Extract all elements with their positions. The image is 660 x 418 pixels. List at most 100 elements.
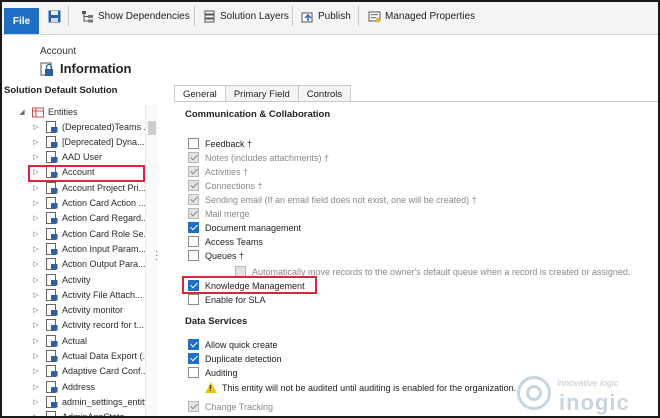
option-label: Change Tracking: [205, 401, 274, 412]
tree-item-label: [Deprecated] Dyna...: [62, 136, 145, 147]
tree-item-label: Adaptive Card Conf...: [62, 366, 149, 377]
tab-primary-field[interactable]: Primary Field: [224, 85, 299, 102]
publish-label: Publish: [318, 10, 351, 22]
option-checkbox: [188, 401, 199, 412]
option-row: Enable for SLA: [188, 293, 266, 306]
tree-item-label: Action Card Role Se...: [62, 228, 152, 239]
tree-item-label: Activity File Attach...: [62, 289, 143, 300]
tab-general[interactable]: General: [174, 85, 226, 102]
tree-item[interactable]: ▷ Action Card Action ...: [32, 196, 146, 211]
publish-icon: [301, 10, 314, 23]
tree-item[interactable]: ▷ Action Card Role Se...: [32, 226, 151, 241]
tree-item[interactable]: ▷ Action Output Para...: [32, 257, 146, 272]
collapsed-triangle-icon[interactable]: ▷: [32, 245, 40, 253]
tree-item[interactable]: ▷ Address: [32, 379, 95, 394]
account-highlight-box: [28, 165, 145, 182]
tree-item[interactable]: ▷ Activity record for t...: [32, 318, 144, 333]
option-label: Document management: [205, 222, 302, 233]
entity-icon: [46, 334, 58, 347]
option-checkbox[interactable]: [188, 222, 199, 233]
expanded-triangle-icon[interactable]: ◢: [18, 108, 26, 116]
tree-item[interactable]: ▷ Actual: [32, 333, 87, 348]
option-checkbox: [188, 180, 199, 191]
tree-item[interactable]: ▷ Activity: [32, 272, 91, 287]
collapsed-triangle-icon[interactable]: ▷: [32, 413, 40, 416]
option-checkbox[interactable]: [188, 367, 199, 378]
option-row: Document management: [188, 221, 301, 234]
collapsed-triangle-icon[interactable]: ▷: [32, 199, 40, 207]
save-button[interactable]: [48, 7, 65, 25]
collapsed-triangle-icon[interactable]: ▷: [32, 321, 40, 329]
page-title: Information: [60, 61, 132, 76]
collapsed-triangle-icon[interactable]: ▷: [32, 383, 40, 391]
option-label: Feedback †: [205, 138, 253, 149]
option-row: Allow quick create: [188, 338, 278, 351]
option-row: Change Tracking: [188, 400, 273, 413]
option-checkbox[interactable]: [188, 250, 199, 261]
option-checkbox[interactable]: [188, 138, 199, 149]
splitter-handle[interactable]: · · ·: [155, 247, 158, 265]
collapsed-triangle-icon[interactable]: ▷: [32, 352, 40, 360]
collapsed-triangle-icon[interactable]: ▷: [32, 184, 40, 192]
file-button[interactable]: File: [4, 8, 39, 34]
tree-item[interactable]: ▷ (Deprecated)Teams ...: [32, 119, 151, 134]
tree-item[interactable]: ▷ Activity monitor: [32, 303, 123, 318]
entity-icon: [46, 395, 58, 408]
dependencies-icon: [81, 10, 94, 23]
tree-item[interactable]: ▷ Action Input Param...: [32, 241, 146, 256]
tree-item-label: Actual: [62, 335, 88, 346]
layers-icon: [203, 10, 216, 23]
tree-item[interactable]: ▷ admin_settings_entity: [32, 394, 149, 409]
collapsed-triangle-icon[interactable]: ▷: [32, 123, 40, 131]
collapsed-triangle-icon[interactable]: ▷: [32, 337, 40, 345]
show-dependencies-button[interactable]: Show Dependencies: [81, 7, 190, 25]
tree-item-label: Action Card Action ...: [62, 198, 147, 208]
collapsed-triangle-icon[interactable]: ▷: [32, 398, 40, 406]
auditing-warning: ! This entity will not be audited until …: [205, 382, 516, 393]
tree-item[interactable]: ▷ AdminAppState: [32, 410, 125, 416]
tree-item[interactable]: ▷ Adaptive Card Conf...: [32, 364, 148, 379]
option-checkbox[interactable]: [188, 236, 199, 247]
collapsed-triangle-icon[interactable]: ▷: [32, 230, 40, 238]
collapsed-triangle-icon[interactable]: ▷: [32, 138, 40, 146]
entity-icon: [46, 350, 58, 362]
option-row: Feedback †: [188, 137, 252, 150]
solution-layers-button[interactable]: Solution Layers: [203, 7, 289, 25]
tree-item[interactable]: ▷ Action Card Regard...: [32, 211, 149, 226]
collapsed-triangle-icon[interactable]: ▷: [32, 291, 40, 299]
tree-item[interactable]: ▷ AAD User: [32, 150, 102, 165]
logo-word: inogic: [559, 390, 630, 415]
collapsed-triangle-icon[interactable]: ▷: [32, 367, 40, 375]
option-row: Mail merge: [188, 207, 250, 220]
option-checkbox[interactable]: [188, 294, 199, 305]
option-checkbox: [188, 194, 199, 205]
entity-icon: [46, 380, 58, 393]
publish-button[interactable]: Publish: [301, 7, 351, 25]
tree-item-label: Activity record for t...: [62, 320, 145, 331]
tree-root-entities[interactable]: ◢ Entities: [18, 104, 78, 119]
option-checkbox[interactable]: [188, 339, 199, 350]
collapsed-triangle-icon[interactable]: ▷: [32, 260, 40, 268]
tree-item[interactable]: ▷ Account Project Pri...: [32, 180, 146, 195]
tree-item[interactable]: ▷ [Deprecated] Dyna...: [32, 134, 145, 149]
logo-tagline: innovative logic: [557, 378, 619, 388]
entity-icon: [46, 227, 58, 240]
scroll-thumb[interactable]: [148, 121, 156, 135]
tree-item-label: AAD User: [62, 152, 103, 163]
entity-icon: [46, 135, 58, 148]
tree-item-label: Actual Data Export (...: [62, 351, 151, 361]
tree-root-label: Entities: [48, 106, 78, 117]
option-checkbox: [188, 166, 199, 177]
collapsed-triangle-icon[interactable]: ▷: [32, 153, 40, 161]
tab-controls[interactable]: Controls: [297, 85, 352, 102]
collapsed-triangle-icon[interactable]: ▷: [32, 306, 40, 314]
option-label: Sending email (If an email field does no…: [205, 194, 477, 205]
option-checkbox[interactable]: [188, 353, 199, 364]
collapsed-triangle-icon[interactable]: ▷: [32, 276, 40, 284]
managed-properties-button[interactable]: Managed Properties: [368, 7, 475, 25]
tree-item-label: Account Project Pri...: [62, 182, 147, 193]
entity-icon: [46, 197, 58, 209]
tree-item[interactable]: ▷ Activity File Attach...: [32, 287, 143, 302]
tree-item[interactable]: ▷ Actual Data Export (...: [32, 349, 150, 364]
collapsed-triangle-icon[interactable]: ▷: [32, 214, 40, 222]
